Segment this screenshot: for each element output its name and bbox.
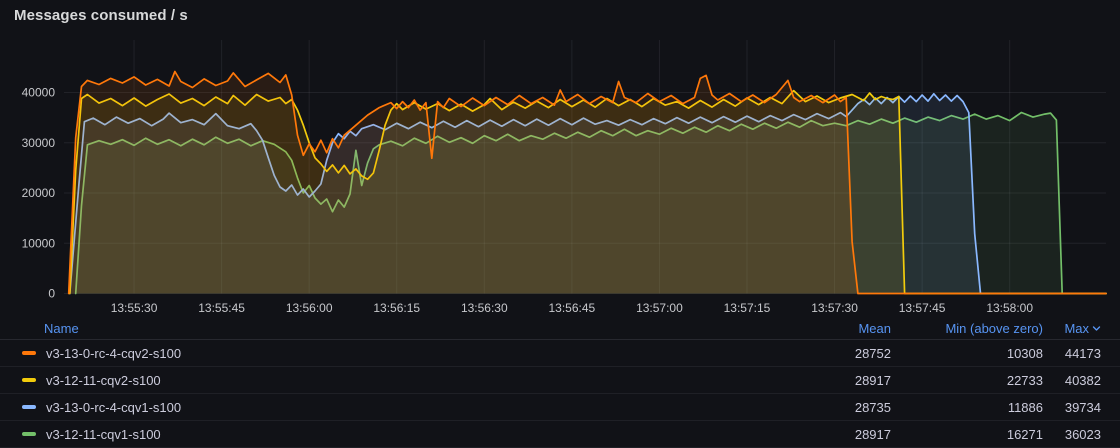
legend-column-name[interactable]: Name	[44, 321, 79, 336]
series-color-swatch	[22, 432, 36, 436]
max-value: 40382	[1043, 373, 1101, 388]
x-axis-tick-label: 13:56:15	[373, 301, 420, 315]
timeseries-chart[interactable]: 0 10000 20000 30000 40000 13:55:30 13:55:45 13:…	[0, 0, 1120, 318]
mean-value: 28917	[781, 427, 891, 442]
x-axis-tick-label: 13:56:45	[549, 301, 596, 315]
x-axis-tick-label: 13:57:15	[724, 301, 771, 315]
series-color-swatch	[22, 351, 36, 355]
x-axis-tick-label: 13:58:00	[986, 301, 1033, 315]
legend-column-max[interactable]: Max	[1043, 321, 1101, 336]
legend-table: Name Mean Min (above zero) Max v3-13-0-r…	[0, 318, 1120, 438]
legend-header-row: Name Mean Min (above zero) Max	[0, 318, 1120, 340]
y-axis-tick-label: 0	[48, 287, 55, 301]
x-axis-tick-label: 13:57:00	[636, 301, 683, 315]
series-name[interactable]: v3-13-0-rc-4-cqv1-s100	[46, 400, 181, 415]
mean-value: 28752	[781, 346, 891, 361]
y-axis-tick-label: 30000	[22, 136, 56, 150]
max-value: 39734	[1043, 400, 1101, 415]
series-color-swatch	[22, 405, 36, 409]
series-layer	[69, 72, 1106, 294]
x-axis-tick-label: 13:57:30	[811, 301, 858, 315]
legend-row[interactable]: v3-13-0-rc-4-cqv1-s100 287351188639734	[0, 394, 1120, 421]
min-above-zero-value: 16271	[891, 427, 1043, 442]
series-color-swatch	[22, 378, 36, 382]
legend-column-min[interactable]: Min (above zero)	[891, 321, 1043, 336]
chevron-down-icon	[1092, 324, 1101, 333]
max-value: 44173	[1043, 346, 1101, 361]
min-above-zero-value: 11886	[891, 400, 1043, 415]
mean-value: 28917	[781, 373, 891, 388]
y-axis-tick-label: 20000	[22, 186, 56, 200]
mean-value: 28735	[781, 400, 891, 415]
x-axis-tick-label: 13:55:30	[111, 301, 158, 315]
min-above-zero-value: 22733	[891, 373, 1043, 388]
series-name[interactable]: v3-12-11-cqv1-s100	[46, 427, 161, 442]
y-axis-tick-label: 40000	[22, 86, 56, 100]
legend-column-mean[interactable]: Mean	[781, 321, 891, 336]
legend-row[interactable]: v3-13-0-rc-4-cqv2-s100 287521030844173	[0, 340, 1120, 367]
max-value: 36023	[1043, 427, 1101, 442]
legend-row[interactable]: v3-12-11-cqv2-s100 289172273340382	[0, 367, 1120, 394]
min-above-zero-value: 10308	[891, 346, 1043, 361]
x-axis-tick-label: 13:57:45	[899, 301, 946, 315]
legend-row[interactable]: v3-12-11-cqv1-s100 289171627136023	[0, 421, 1120, 448]
x-axis-tick-label: 13:56:00	[286, 301, 333, 315]
series-name[interactable]: v3-12-11-cqv2-s100	[46, 373, 161, 388]
y-axis-tick-label: 10000	[22, 236, 56, 250]
series-name[interactable]: v3-13-0-rc-4-cqv2-s100	[46, 346, 181, 361]
x-axis-tick-label: 13:55:45	[198, 301, 245, 315]
x-axis-tick-label: 13:56:30	[461, 301, 508, 315]
